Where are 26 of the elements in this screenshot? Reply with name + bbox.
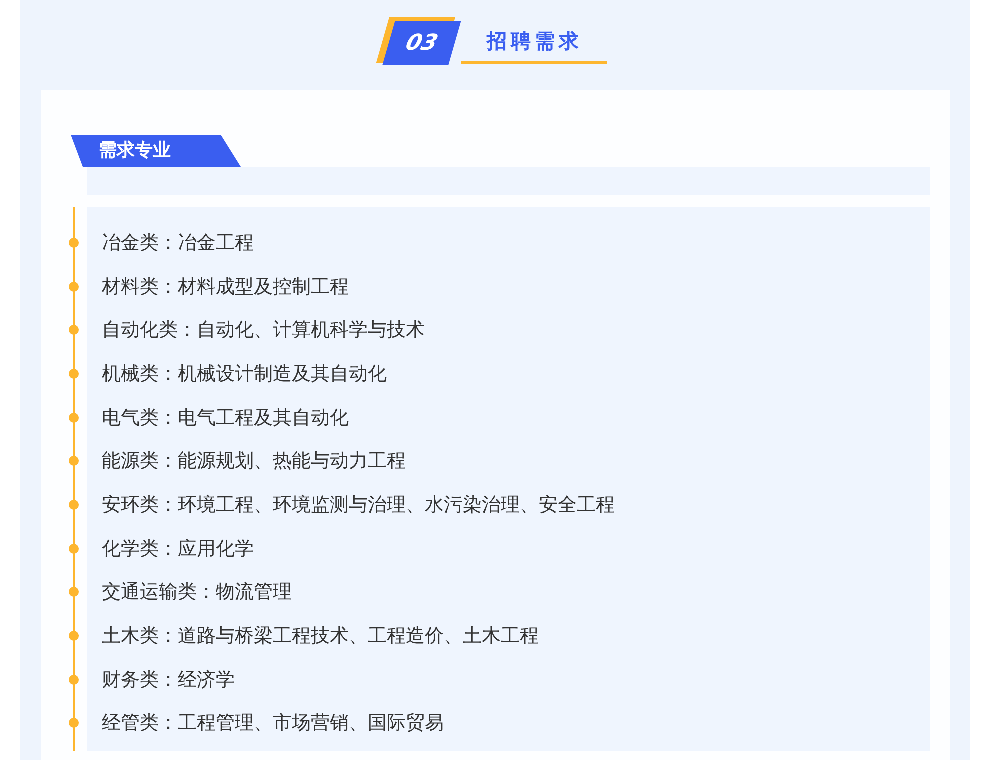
bullet-dot-icon xyxy=(69,500,79,510)
bullet-dot-icon xyxy=(69,238,79,248)
bullet-dot-icon xyxy=(69,368,79,379)
major-item: 交通运输类：物流管理 xyxy=(102,580,292,606)
bullet-dot-icon xyxy=(69,544,79,554)
major-item: 电气类：电气工程及其自动化 xyxy=(102,406,349,431)
bullet-dot-icon xyxy=(69,282,79,292)
bullet-dot-icon xyxy=(69,674,79,685)
major-item: 化学类：应用化学 xyxy=(102,536,254,562)
major-item: 经管类：工程管理、市场营销、国际贸易 xyxy=(102,711,444,736)
bullet-dot-icon xyxy=(69,587,79,598)
major-item: 安环类：环境工程、环境监测与治理、水污染治理、安全工程 xyxy=(102,492,615,518)
major-item: 土木类：道路与桥梁工程技术、工程造价、土木工程 xyxy=(102,624,539,650)
major-item: 机械类：机械设计制造及其自动化 xyxy=(102,362,387,387)
major-item: 能源类：能源规划、热能与动力工程 xyxy=(102,449,406,474)
bullet-dot-icon xyxy=(69,456,79,466)
major-item: 冶金类：冶金工程 xyxy=(102,230,254,256)
major-item: 材料类：材料成型及控制工程 xyxy=(102,274,349,300)
bullet-dot-icon xyxy=(69,325,79,336)
section-title: 招聘需求 xyxy=(461,28,607,64)
major-item: 财务类：经济学 xyxy=(102,668,235,693)
major-item: 自动化类：自动化、计算机科学与技术 xyxy=(102,318,425,344)
bullet-dot-icon xyxy=(69,718,79,728)
bullet-dot-icon xyxy=(69,412,79,423)
section-number: 03 xyxy=(382,21,462,65)
bullet-dot-icon xyxy=(69,631,79,642)
